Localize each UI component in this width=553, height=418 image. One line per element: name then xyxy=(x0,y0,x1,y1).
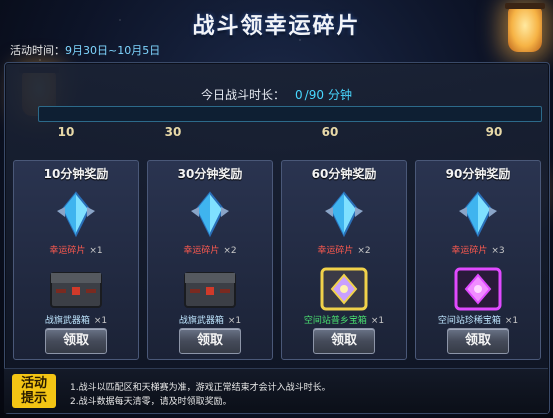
item-count: ×1 xyxy=(227,316,242,326)
item-count: ×3 xyxy=(491,246,505,256)
claim-button-30[interactable]: 领取 xyxy=(179,328,241,354)
claim-button-90[interactable]: 领取 xyxy=(447,328,509,354)
duration-goal: 90 xyxy=(308,88,324,102)
reward-item-2: 空间站珍稀宝箱 ×1 xyxy=(416,313,540,326)
tick-60: 60 xyxy=(321,125,339,139)
gold-treasure-chest-icon xyxy=(320,267,368,311)
lucky-fragment-icon xyxy=(57,191,95,238)
item-name: 战旗武器箱 xyxy=(178,316,224,326)
reward-header: 10分钟奖励 xyxy=(43,167,109,181)
reward-item-2: 战旗武器箱 ×1 xyxy=(148,313,272,326)
battle-duration: 今日战斗时长： 0/90 分钟 xyxy=(0,86,553,103)
duration-unit: 分钟 xyxy=(327,88,352,102)
notice-rule-1: 1.战斗以匹配区和天梯赛为准，游戏正常结束才会计入战斗时长。 xyxy=(70,383,331,393)
item-count: ×2 xyxy=(357,246,371,256)
duration-progress-bar xyxy=(38,106,542,122)
claim-button-10[interactable]: 领取 xyxy=(45,328,107,354)
claim-button-60[interactable]: 领取 xyxy=(313,328,375,354)
weapon-chest-icon xyxy=(50,272,102,308)
reward-item-1: 幸运碎片 ×3 xyxy=(416,243,540,256)
reward-item-2: 战旗武器箱 ×1 xyxy=(14,313,138,326)
badge-line-1: 活动 xyxy=(20,376,47,391)
item-name: 战旗武器箱 xyxy=(44,316,90,326)
event-time-label: 活动时间： xyxy=(10,44,65,57)
lucky-fragment-icon xyxy=(459,191,497,238)
event-time-dates: 9月30日~10月5日 xyxy=(65,44,161,57)
claim-buttons: 领取 领取 领取 领取 xyxy=(13,328,541,354)
duration-current: 0 xyxy=(295,88,303,102)
reward-item-1: 幸运碎片 ×2 xyxy=(148,243,272,256)
tick-30: 30 xyxy=(164,125,182,139)
reward-item-2: 空间站普乡宝箱 ×1 xyxy=(282,313,406,326)
item-name: 空间站珍稀宝箱 xyxy=(437,316,501,326)
page-title: 战斗领幸运碎片 xyxy=(192,14,361,39)
reward-header: 60分钟奖励 xyxy=(311,167,377,181)
notice-rule-2: 2.战斗数据每天清零，请及时领取奖励。 xyxy=(70,397,232,407)
item-count: ×2 xyxy=(223,246,237,256)
weapon-chest-icon xyxy=(184,272,236,308)
tick-10: 10 xyxy=(57,125,75,139)
item-count: ×1 xyxy=(504,316,519,326)
reward-item-1: 幸运碎片 ×1 xyxy=(14,243,138,256)
item-count: ×1 xyxy=(89,246,103,256)
item-count: ×1 xyxy=(93,316,108,326)
item-count: ×1 xyxy=(370,316,385,326)
item-name: 幸运碎片 xyxy=(183,246,220,256)
notice-badge: 活动 提示 xyxy=(12,374,56,408)
duration-label: 今日战斗时长： xyxy=(201,88,286,102)
reward-header: 90分钟奖励 xyxy=(445,167,511,181)
lucky-fragment-icon xyxy=(191,191,229,238)
item-name: 幸运碎片 xyxy=(49,246,86,256)
badge-line-2: 提示 xyxy=(20,391,47,406)
tick-90: 90 xyxy=(485,125,503,139)
item-name: 幸运碎片 xyxy=(317,246,354,256)
event-time: 活动时间：9月30日~10月5日 xyxy=(10,42,160,58)
reward-header: 30分钟奖励 xyxy=(177,167,243,181)
item-name: 幸运碎片 xyxy=(451,246,488,256)
reward-item-1: 幸运碎片 ×2 xyxy=(282,243,406,256)
lucky-fragment-icon xyxy=(325,191,363,238)
purple-treasure-chest-icon xyxy=(454,267,502,311)
item-name: 空间站普乡宝箱 xyxy=(303,316,367,326)
